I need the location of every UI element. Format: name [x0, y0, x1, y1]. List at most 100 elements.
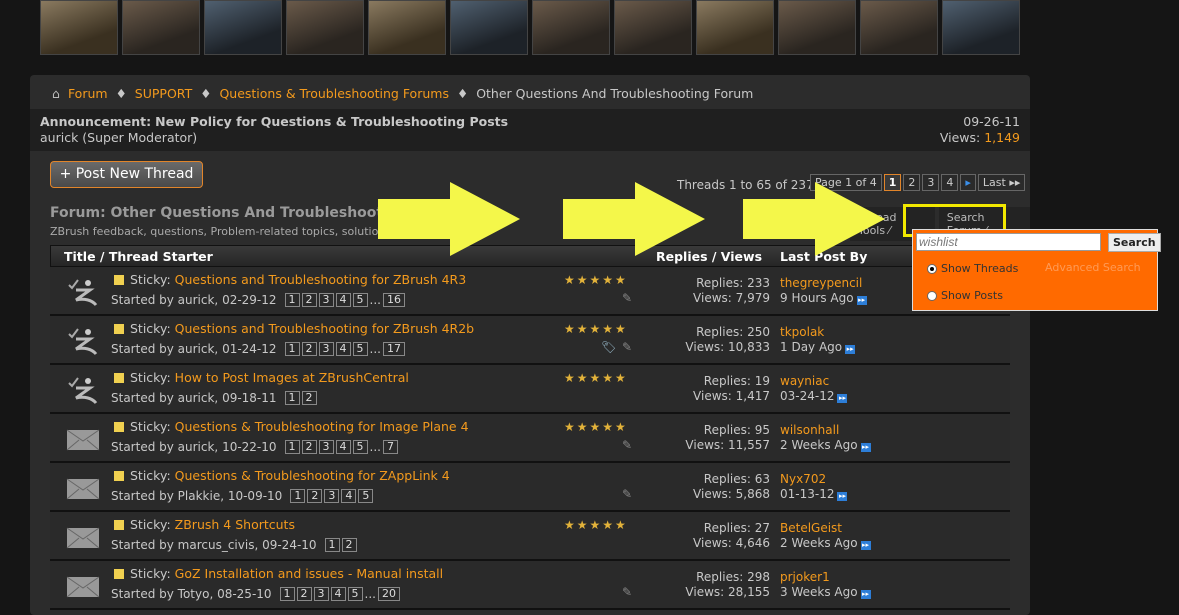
page-link[interactable]: 1 — [284, 391, 300, 405]
page-link[interactable]: 5 — [358, 489, 374, 503]
page-link[interactable]: 20 — [378, 587, 400, 601]
page-link[interactable]: 1 — [284, 342, 300, 356]
home-icon[interactable]: ⌂ — [52, 86, 60, 101]
radio-checked-icon[interactable] — [927, 263, 937, 274]
tag-icon[interactable]: 🏷 — [601, 340, 616, 354]
thread-title-link[interactable]: How to Post Images at ZBrushCentral — [175, 370, 409, 385]
page-1[interactable]: 1 — [883, 174, 902, 191]
sticky-prefix: Sticky: — [130, 566, 171, 581]
page-link[interactable]: 2 — [296, 587, 312, 601]
thumbnail[interactable] — [450, 0, 528, 55]
thumbnail[interactable] — [122, 0, 200, 55]
page-link[interactable]: 5 — [347, 587, 363, 601]
breadcrumb-support[interactable]: SUPPORT — [135, 86, 192, 101]
edit-pencil-icon[interactable]: ✎ — [622, 438, 632, 452]
thread-title-link[interactable]: GoZ Installation and issues - Manual ins… — [175, 566, 443, 581]
page-link[interactable]: 1 — [284, 440, 300, 454]
last-post-time: 9 Hours Ago — [780, 291, 854, 305]
radio-icon[interactable] — [927, 290, 937, 301]
page-link[interactable]: 2 — [301, 293, 317, 307]
thread-title-link[interactable]: Questions and Troubleshooting for ZBrush… — [175, 321, 474, 336]
next-page-button[interactable]: ▸ — [960, 174, 976, 191]
thumbnail[interactable] — [286, 0, 364, 55]
thread-title-link[interactable]: Questions & Troubleshooting for Image Pl… — [175, 419, 469, 434]
envelope-icon — [66, 571, 100, 601]
last-poster-link[interactable]: tkpolak — [780, 325, 855, 340]
page-link[interactable]: 4 — [330, 587, 346, 601]
page-link[interactable]: 3 — [324, 489, 340, 503]
show-posts-option[interactable]: Show Posts — [927, 289, 1003, 302]
page-link[interactable]: 1 — [290, 489, 306, 503]
thumbnail[interactable] — [778, 0, 856, 55]
search-input[interactable] — [916, 233, 1101, 251]
page-link[interactable]: 1 — [279, 587, 295, 601]
thumbnail[interactable] — [860, 0, 938, 55]
last-poster-link[interactable]: prjoker1 — [780, 570, 871, 585]
search-button[interactable]: Search — [1108, 233, 1161, 252]
thread-title-link[interactable]: Questions and Troubleshooting for ZBrush… — [175, 272, 467, 287]
show-threads-option[interactable]: Show Threads — [927, 262, 1018, 275]
page-3[interactable]: 3 — [922, 174, 940, 191]
thumbnail[interactable] — [40, 0, 118, 55]
page-2[interactable]: 2 — [903, 174, 921, 191]
show-threads-label: Show Threads — [941, 262, 1019, 275]
breadcrumb-qt-forums[interactable]: Questions & Troubleshooting Forums — [219, 86, 449, 101]
page-link[interactable]: 3 — [318, 342, 334, 356]
edit-pencil-icon[interactable]: ✎ — [622, 487, 632, 501]
page-link[interactable]: 4 — [341, 489, 357, 503]
thumbnail[interactable] — [696, 0, 774, 55]
go-to-last-post-icon[interactable]: ▸▸ — [860, 443, 871, 452]
advanced-search-link[interactable]: Advanced Search — [1045, 261, 1141, 274]
page-link[interactable]: 2 — [307, 489, 323, 503]
thumbnail[interactable] — [204, 0, 282, 55]
col-title[interactable]: Title / Thread Starter — [64, 249, 213, 264]
page-link[interactable]: 3 — [313, 587, 329, 601]
sticky-note-icon — [114, 520, 124, 530]
go-to-last-post-icon[interactable]: ▸▸ — [845, 345, 856, 354]
page-link[interactable]: 4 — [335, 440, 351, 454]
page-link[interactable]: 3 — [318, 440, 334, 454]
announcement-author[interactable]: aurick (Super Moderator) — [40, 130, 1020, 146]
thumbnail[interactable] — [614, 0, 692, 55]
page-link[interactable]: 4 — [335, 293, 351, 307]
page-link[interactable]: 5 — [352, 342, 368, 356]
rating-stars: ★★★★★ — [564, 273, 628, 287]
last-page-button[interactable]: Last ▸▸ — [977, 174, 1026, 191]
thumbnail[interactable] — [368, 0, 446, 55]
last-poster-link[interactable]: BetelGeist — [780, 521, 871, 536]
post-new-thread-button[interactable]: + Post New Thread — [50, 161, 203, 188]
thread-title-link[interactable]: Questions & Troubleshooting for ZAppLink… — [175, 468, 450, 483]
last-poster-link[interactable]: wilsonhall — [780, 423, 871, 438]
page-link[interactable]: 4 — [335, 342, 351, 356]
thumbnail[interactable] — [532, 0, 610, 55]
page-link[interactable]: 1 — [324, 538, 340, 552]
announcement-title[interactable]: New Policy for Questions & Troubleshooti… — [155, 114, 508, 129]
page-link[interactable]: 5 — [352, 440, 368, 454]
edit-pencil-icon[interactable]: ✎ — [622, 291, 632, 305]
page-link[interactable]: 3 — [318, 293, 334, 307]
thumbnail[interactable] — [942, 0, 1020, 55]
sticky-prefix: Sticky: — [130, 370, 171, 385]
page-4[interactable]: 4 — [941, 174, 959, 191]
page-link[interactable]: 2 — [301, 440, 317, 454]
page-link[interactable]: 5 — [352, 293, 368, 307]
page-link[interactable]: 17 — [383, 342, 405, 356]
last-poster-link[interactable]: wayniac — [780, 374, 847, 389]
last-poster-link[interactable]: Nyx702 — [780, 472, 847, 487]
thread-title-link[interactable]: ZBrush 4 Shortcuts — [175, 517, 295, 532]
page-link[interactable]: 2 — [341, 538, 357, 552]
go-to-last-post-icon[interactable]: ▸▸ — [860, 541, 871, 550]
breadcrumb-forum[interactable]: Forum — [68, 86, 108, 101]
page-link[interactable]: 7 — [383, 440, 398, 454]
go-to-last-post-icon[interactable]: ▸▸ — [837, 394, 848, 403]
page-link[interactable]: 1 — [284, 293, 300, 307]
edit-pencil-icon[interactable]: ✎ — [622, 585, 632, 599]
go-to-last-post-icon[interactable]: ▸▸ — [837, 492, 848, 501]
go-to-last-post-icon[interactable]: ▸▸ — [856, 296, 867, 305]
page-link[interactable]: 16 — [383, 293, 405, 307]
edit-pencil-icon[interactable]: ✎ — [622, 340, 632, 354]
last-poster-link[interactable]: thegreypencil — [780, 276, 867, 291]
page-link[interactable]: 2 — [301, 342, 317, 356]
go-to-last-post-icon[interactable]: ▸▸ — [860, 590, 871, 599]
page-link[interactable]: 2 — [301, 391, 317, 405]
